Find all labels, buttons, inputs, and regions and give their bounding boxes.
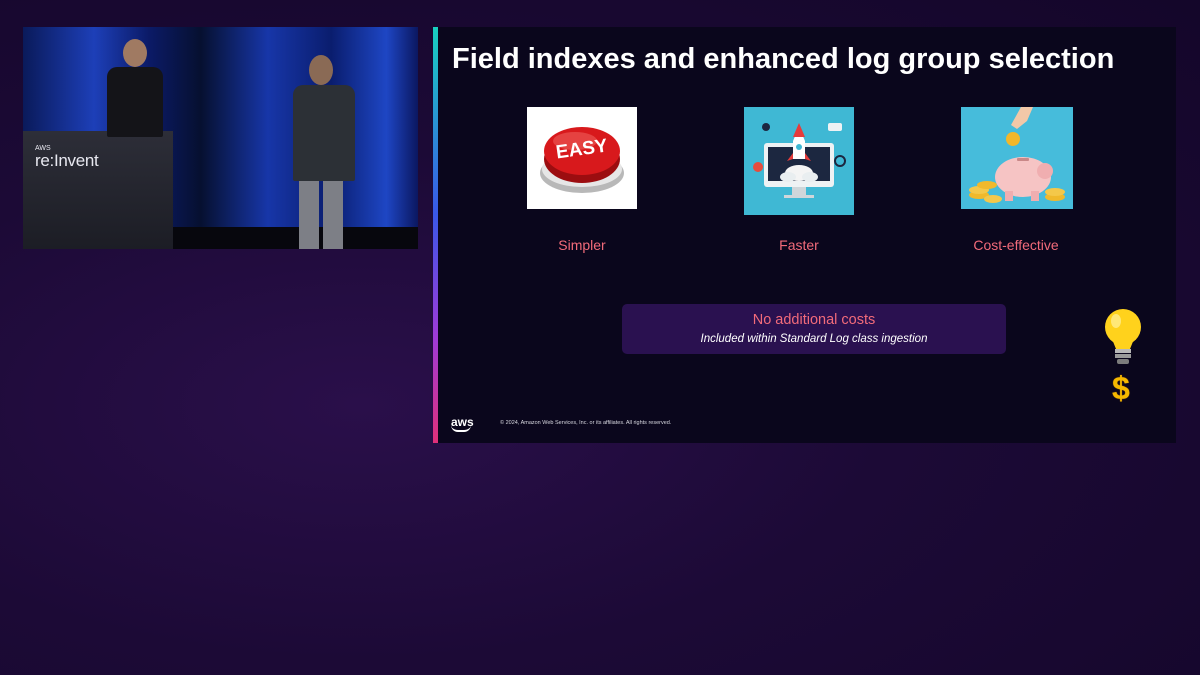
presentation-slide: Field indexes and enhanced log group sel… <box>433 27 1176 443</box>
dollar-sign-icon: $ <box>1112 370 1130 406</box>
rocket-launch-icon <box>744 107 854 215</box>
aws-logo-text: aws <box>451 415 474 429</box>
callout-title: No additional costs <box>752 312 876 328</box>
speaker-right <box>285 55 365 249</box>
reinvent-logo-text: re:Invent <box>35 151 99 170</box>
feature-label-cost-effective: Cost-effective <box>973 237 1059 253</box>
copyright-notice: © 2024, Amazon Web Services, Inc. or its… <box>500 420 672 426</box>
piggy-bank-icon <box>961 107 1073 209</box>
callout-subtitle: Included within Standard Log class inges… <box>700 333 928 345</box>
slide-title: Field indexes and enhanced log group sel… <box>452 43 1115 75</box>
reinvent-logo: AWS re:Invent <box>35 145 99 170</box>
feature-label-faster: Faster <box>779 237 819 253</box>
callout-box: No additional costs Included within Stan… <box>622 304 1006 354</box>
aws-logo: aws <box>451 415 474 432</box>
easy-button-icon: EASY <box>527 107 637 209</box>
lightbulb-icon <box>1102 307 1144 371</box>
slide-accent-edge <box>433 27 438 443</box>
speaker-left <box>85 37 165 137</box>
feature-label-simpler: Simpler <box>558 237 606 253</box>
speaker-video: AWS re:Invent <box>23 27 418 249</box>
